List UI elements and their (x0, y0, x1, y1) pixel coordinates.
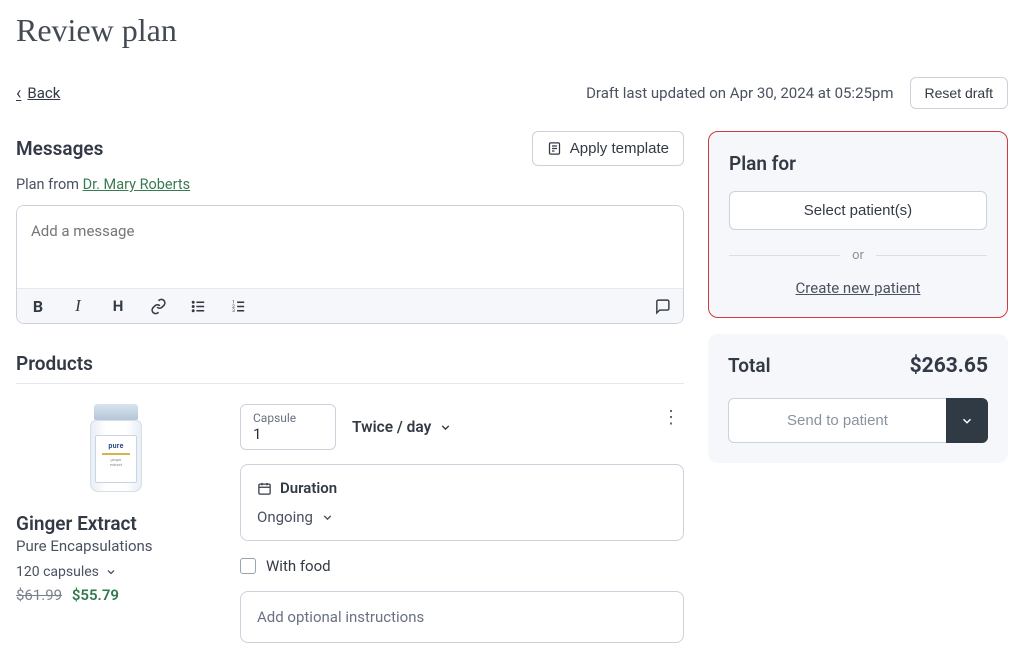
italic-icon[interactable]: I (69, 297, 87, 315)
dosage-row: Capsule 1 Twice / day (240, 404, 684, 450)
send-dropdown-button[interactable] (946, 398, 988, 443)
price-discount: $55.79 (72, 586, 119, 604)
link-icon[interactable] (149, 297, 167, 315)
svg-text:3: 3 (232, 308, 235, 314)
duration-label-text: Duration (280, 479, 337, 497)
product-config: ⋮ Capsule 1 Twice / day (240, 404, 684, 643)
message-toolbar: B I H 123 (17, 288, 683, 323)
apply-template-label: Apply template (570, 140, 669, 157)
dosage-qty-value: 1 (253, 425, 305, 443)
heading-icon[interactable]: H (109, 297, 127, 315)
plan-for-panel: Plan for Select patient(s) or Create new… (708, 131, 1008, 318)
page-title: Review plan (16, 12, 1008, 49)
price-original: $61.99 (16, 586, 62, 604)
product-row: pure gingerextract Ginger Extract Pure E… (16, 404, 684, 643)
send-to-patient-button[interactable]: Send to patient (728, 398, 946, 443)
chevron-down-icon (960, 414, 974, 428)
chevron-down-icon (105, 566, 117, 578)
duration-value-text: Ongoing (257, 508, 313, 526)
product-size-label: 120 capsules (16, 564, 99, 580)
plan-from-line: Plan from Dr. Mary Roberts (16, 176, 684, 193)
messages-header: Messages Apply template (16, 131, 684, 166)
calendar-icon (257, 481, 272, 496)
back-link[interactable]: Back (16, 83, 60, 104)
product-image: pure gingerextract (75, 404, 157, 500)
bullet-list-icon[interactable] (189, 297, 207, 315)
topbar: Back Draft last updated on Apr 30, 2024 … (16, 77, 1008, 109)
or-separator: or (729, 248, 987, 263)
left-column: Messages Apply template Plan from Dr. Ma… (16, 131, 684, 643)
select-patients-button[interactable]: Select patient(s) (729, 191, 987, 230)
total-amount: $263.65 (910, 354, 988, 378)
product-brand: Pure Encapsulations (16, 537, 216, 555)
dosage-unit-label: Capsule (253, 411, 305, 425)
plan-from-link[interactable]: Dr. Mary Roberts (83, 176, 191, 193)
product-name: Ginger Extract (16, 512, 216, 535)
create-patient-link[interactable]: Create new patient (729, 279, 987, 297)
apply-template-button[interactable]: Apply template (532, 131, 684, 166)
message-input[interactable] (17, 206, 683, 284)
frequency-label: Twice / day (352, 418, 431, 436)
template-icon (547, 141, 562, 156)
duration-value-selector[interactable]: Ongoing (257, 508, 334, 526)
frequency-selector[interactable]: Twice / day (352, 418, 452, 436)
total-row: Total $263.65 (728, 354, 988, 378)
messages-title: Messages (16, 137, 103, 160)
comment-icon[interactable] (653, 297, 671, 315)
numbered-list-icon[interactable]: 123 (229, 297, 247, 315)
product-price: $61.99 $55.79 (16, 586, 216, 604)
send-row: Send to patient (728, 398, 988, 443)
product-menu-button[interactable]: ⋮ (662, 416, 680, 420)
message-box: B I H 123 (16, 205, 684, 324)
dosage-capsule-selector[interactable]: Capsule 1 (240, 404, 336, 450)
chevron-down-icon (321, 511, 334, 524)
totals-panel: Total $263.65 Send to patient (708, 334, 1008, 463)
bottle-brand-text: pure (108, 442, 123, 450)
draft-status-text: Draft last updated on Apr 30, 2024 at 05… (586, 84, 893, 102)
with-food-label: With food (266, 557, 331, 575)
with-food-checkbox[interactable]: With food (240, 557, 684, 575)
checkbox-icon (240, 558, 256, 574)
topbar-right: Draft last updated on Apr 30, 2024 at 05… (586, 77, 1008, 109)
plan-for-title: Plan for (729, 152, 987, 175)
product-info: pure gingerextract Ginger Extract Pure E… (16, 404, 216, 643)
plan-from-prefix: Plan from (16, 176, 83, 193)
main-layout: Messages Apply template Plan from Dr. Ma… (16, 131, 1008, 643)
bold-icon[interactable]: B (29, 297, 47, 315)
duration-header: Duration (257, 479, 667, 497)
total-label: Total (728, 354, 771, 377)
right-column: Plan for Select patient(s) or Create new… (708, 131, 1008, 643)
product-size-selector[interactable]: 120 capsules (16, 564, 117, 580)
optional-instructions-input[interactable]: Add optional instructions (240, 591, 684, 643)
chevron-down-icon (439, 421, 452, 434)
duration-box: Duration Ongoing (240, 464, 684, 541)
products-title: Products (16, 352, 684, 384)
reset-draft-button[interactable]: Reset draft (910, 77, 1008, 109)
